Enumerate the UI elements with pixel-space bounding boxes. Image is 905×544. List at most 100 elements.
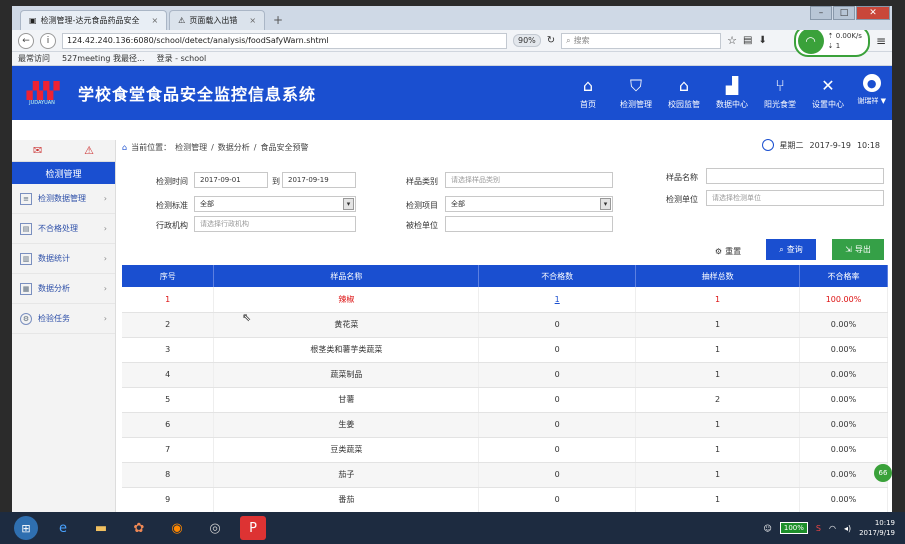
- table-row[interactable]: 7 豆类蔬菜 0 1 0.00%: [122, 437, 888, 463]
- bookmark-star-icon[interactable]: ☆: [727, 34, 737, 47]
- reload-icon[interactable]: ↻: [547, 35, 555, 46]
- sample-name-input[interactable]: [706, 168, 884, 184]
- table-row[interactable]: 3 根茎类和薯芋类蔬菜 0 1 0.00%: [122, 337, 888, 363]
- battery-indicator[interactable]: 100%: [779, 522, 808, 534]
- minimize-icon[interactable]: –: [810, 6, 832, 20]
- media-app-icon[interactable]: ◎: [202, 516, 228, 540]
- category-input[interactable]: 请选择样品类别: [445, 172, 613, 188]
- firefox-icon[interactable]: ◉: [164, 516, 190, 540]
- folder-icon[interactable]: ▬: [88, 516, 114, 540]
- cell-fail: 0: [478, 362, 637, 388]
- reset-button[interactable]: ⚙ 重置: [708, 242, 748, 260]
- document-icon: ▤: [20, 222, 32, 235]
- org-input[interactable]: 请选择行政机构: [194, 216, 356, 232]
- cell-fail: 0: [478, 412, 637, 438]
- nav-settings[interactable]: ✕ 设置中心: [804, 66, 852, 120]
- mail-icon[interactable]: ✉: [33, 144, 42, 157]
- column-header[interactable]: 不合格率: [799, 265, 888, 287]
- org-placeholder: 请选择行政机构: [200, 220, 249, 228]
- cell-rate: 0.00%: [799, 312, 888, 338]
- new-tab-icon[interactable]: +: [273, 13, 283, 27]
- network-icon[interactable]: ◠: [829, 524, 836, 533]
- unit-label: 检测单位: [666, 195, 698, 204]
- table-row[interactable]: 5 甘薯 0 2 0.00%: [122, 387, 888, 413]
- close-icon[interactable]: ×: [249, 16, 256, 25]
- presentation-app-icon[interactable]: P: [240, 516, 266, 540]
- export-button[interactable]: ⇲ 导出: [832, 239, 884, 260]
- chevron-right-icon: ›: [103, 314, 107, 323]
- cell-rate: 0.00%: [799, 387, 888, 413]
- bookmark-item[interactable]: 最常访问: [18, 53, 50, 64]
- inspected-input[interactable]: [445, 216, 613, 232]
- alert-icon[interactable]: ⚠: [84, 144, 94, 157]
- bookmark-item[interactable]: 登录 - school: [157, 53, 207, 64]
- window-close-icon[interactable]: ✕: [856, 6, 890, 20]
- taskbar-clock[interactable]: 10:19 2017/9/19: [859, 518, 895, 538]
- cell-name: 番茄: [213, 487, 480, 512]
- query-button[interactable]: ⌕ 查询: [766, 239, 816, 260]
- start-button-icon[interactable]: ⊞: [14, 516, 38, 540]
- nav-home[interactable]: ⌂ 首页: [564, 66, 612, 120]
- cell-rate: 100.00%: [799, 287, 888, 313]
- table-row[interactable]: 8 茄子 0 1 0.00%: [122, 462, 888, 488]
- user-menu[interactable]: ● 谢瑞祥 ▼: [857, 74, 886, 106]
- speed-down: 0.00K/s: [835, 31, 862, 40]
- sidebar-item-statistics[interactable]: ▥ 数据统计 ›: [12, 244, 115, 274]
- reader-icon[interactable]: ▤: [743, 35, 752, 46]
- table-row[interactable]: 6 生姜 0 1 0.00%: [122, 412, 888, 438]
- cell-total: 1: [635, 337, 801, 363]
- warning-table: 序号 样品名称 不合格数 抽样总数 不合格率 1 辣椒 1 1 100.00% …: [122, 265, 888, 512]
- browser-tab[interactable]: ⚠ 页面载入出错 ×: [169, 10, 266, 30]
- table-row[interactable]: 1 辣椒 1 1 100.00%: [122, 287, 888, 313]
- unit-input[interactable]: 请选择检测单位: [706, 190, 884, 206]
- column-header[interactable]: 序号: [122, 265, 215, 287]
- info-icon[interactable]: i: [40, 32, 56, 49]
- floating-badge[interactable]: 66: [874, 464, 892, 482]
- colorful-app-icon[interactable]: ✿: [126, 516, 152, 540]
- antivirus-icon[interactable]: S: [816, 524, 821, 533]
- volume-icon[interactable]: ◂): [844, 524, 851, 533]
- item-select[interactable]: 全部 ▾: [445, 196, 613, 212]
- table-row[interactable]: 4 蔬菜制品 0 1 0.00%: [122, 362, 888, 388]
- close-icon[interactable]: ×: [151, 16, 158, 25]
- filter-panel: 检测时间 2017-09-01 到 2017-09-19 检测标准 全部 ▾ 行…: [116, 154, 892, 260]
- maximize-icon[interactable]: □: [833, 6, 855, 20]
- standard-select[interactable]: 全部 ▾: [194, 196, 356, 212]
- bar-chart-icon: ▥: [20, 252, 32, 265]
- ie-icon[interactable]: e: [50, 516, 76, 540]
- tray-app-icon[interactable]: ☺: [764, 524, 772, 533]
- cell-no: 4: [122, 362, 215, 388]
- chevron-right-icon: ›: [103, 194, 107, 203]
- column-header[interactable]: 样品名称: [213, 265, 480, 287]
- nav-detect[interactable]: ⛉ 检测管理: [612, 66, 660, 120]
- search-input[interactable]: ⌕ 搜索: [561, 32, 722, 49]
- nav-canteen[interactable]: ⑂ 阳光食堂: [756, 66, 804, 120]
- date-from-input[interactable]: 2017-09-01: [194, 172, 268, 188]
- browser-tab[interactable]: ▣ 检测管理-达元食品药品安全 ×: [20, 10, 168, 30]
- download-icon[interactable]: ⬇: [759, 35, 767, 46]
- breadcrumb-item[interactable]: 检测管理: [175, 142, 207, 153]
- bookmark-item[interactable]: 527meeting 我最径...: [62, 53, 145, 64]
- back-icon[interactable]: ←: [18, 32, 34, 49]
- sidebar-item-unqualified[interactable]: ▤ 不合格处理 ›: [12, 214, 115, 244]
- breadcrumb-item[interactable]: 数据分析: [218, 142, 250, 153]
- cell-fail-link[interactable]: 1: [478, 287, 637, 313]
- time-label: 检测时间: [156, 177, 188, 186]
- date-to-input[interactable]: 2017-09-19: [282, 172, 356, 188]
- zoom-level[interactable]: 90%: [513, 34, 541, 47]
- menu-icon[interactable]: ≡: [876, 34, 886, 48]
- nav-campus[interactable]: ⌂ 校园监管: [660, 66, 708, 120]
- table-row[interactable]: 2 黄花菜 0 1 0.00%: [122, 312, 888, 338]
- sidebar-item-tasks[interactable]: ⚙ 检验任务 ›: [12, 304, 115, 334]
- cell-total: 1: [635, 362, 801, 388]
- table-row[interactable]: 9 番茄 0 1 0.00%: [122, 487, 888, 512]
- weekday: 星期二: [779, 140, 804, 150]
- address-bar[interactable]: 124.42.240.136:6080/school/detect/analys…: [62, 32, 507, 49]
- browser-window: ▣ 检测管理-达元食品药品安全 × ⚠ 页面载入出错 × + – □ ✕ ← i…: [12, 6, 892, 512]
- column-header[interactable]: 抽样总数: [635, 265, 801, 287]
- clock-icon: [761, 139, 774, 151]
- sidebar-item-analysis[interactable]: ▦ 数据分析 ›: [12, 274, 115, 304]
- nav-data[interactable]: ▟ 数据中心: [708, 66, 756, 120]
- sidebar-item-detect-data[interactable]: ≡ 检测数据管理 ›: [12, 184, 115, 214]
- column-header[interactable]: 不合格数: [478, 265, 637, 287]
